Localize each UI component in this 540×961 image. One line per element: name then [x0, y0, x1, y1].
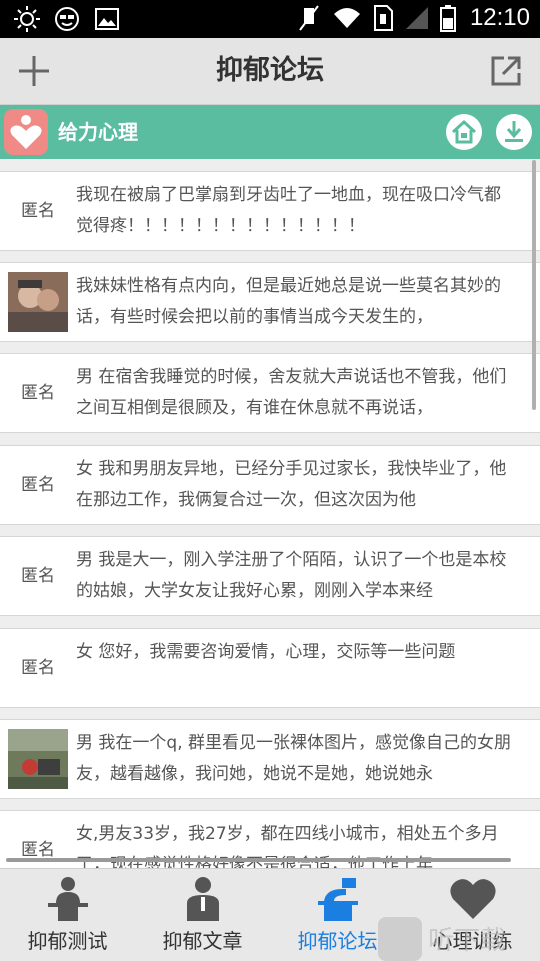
- vertical-scrollbar[interactable]: [532, 160, 536, 410]
- post-text: 我现在被扇了巴掌扇到牙齿吐了一地血，现在吸口冷气都觉得疼！！！！！！！！！！！！…: [76, 185, 501, 236]
- sim-icon: [373, 5, 393, 31]
- speaker-podium-icon: [48, 877, 88, 921]
- app-header: 抑郁论坛: [0, 38, 540, 105]
- share-icon[interactable]: [486, 51, 526, 91]
- app-logo: [4, 109, 48, 155]
- brightness-icon: [14, 6, 40, 32]
- clock: 12:10: [469, 4, 530, 31]
- avatar: [8, 272, 68, 332]
- battery-icon: [439, 5, 456, 32]
- list-item[interactable]: 男 我在一个q, 群里看见一张裸体图片，感觉像自己的女朋友，越看越像，我问她，她…: [0, 719, 540, 799]
- list-item[interactable]: 匿名 我现在被扇了巴掌扇到牙齿吐了一地血，现在吸口冷气都觉得疼！！！！！！！！！…: [0, 171, 540, 251]
- wifi-icon: [333, 8, 360, 28]
- author-anonymous: 匿名: [21, 475, 55, 495]
- list-item[interactable]: 匿名 男 我是大一，刚入学注册了个陌陌，认识了一个也是本校的姑娘，大学女友让我好…: [0, 536, 540, 616]
- author-anonymous: 匿名: [21, 201, 55, 221]
- mute-icon: [299, 5, 319, 31]
- tab-depression-test[interactable]: 抑郁测试: [0, 869, 135, 961]
- horizontal-scrollbar[interactable]: [6, 858, 511, 862]
- heart-person-icon: [10, 115, 42, 149]
- home-icon: [451, 119, 477, 144]
- person-icon: [187, 877, 219, 921]
- app-banner: 给力心理: [0, 105, 540, 159]
- page-title: 抑郁论坛: [216, 55, 324, 86]
- forum-podium-icon: [318, 878, 358, 921]
- download-button[interactable]: [496, 114, 532, 150]
- app-name: 给力心理: [58, 120, 138, 144]
- home-button[interactable]: [446, 114, 482, 150]
- list-item[interactable]: 匿名 男 在宿舍我睡觉的时候，舍友就大声说话也不管我，他们之间互相倒是很顾及，有…: [0, 353, 540, 433]
- heart-icon: [450, 879, 496, 919]
- face-glasses-icon: [55, 7, 79, 31]
- tab-depression-articles[interactable]: 抑郁文章: [135, 869, 270, 961]
- post-text: 男 我在一个q, 群里看见一张裸体图片，感觉像自己的女朋友，越看越像，我问她，她…: [76, 733, 512, 784]
- download-icon: [505, 121, 523, 142]
- status-bar: 12:10: [0, 0, 540, 38]
- avatar: [8, 729, 68, 789]
- post-text: 女 我和男朋友异地，已经分手见过家长，我快毕业了，他在那边工作，我俩复合过一次，…: [76, 459, 507, 510]
- post-text: 我妹妹性格有点内向，但是最近她总是说一些莫名其妙的话，有些时候会把以前的事情当成…: [76, 276, 501, 327]
- post-text: 男 在宿舍我睡觉的时候，舍友就大声说话也不管我，他们之间互相倒是很顾及，有谁在休…: [76, 367, 507, 418]
- list-item[interactable]: 我妹妹性格有点内向，但是最近她总是说一些莫名其妙的话，有些时候会把以前的事情当成…: [0, 262, 540, 342]
- post-list[interactable]: 匿名 我现在被扇了巴掌扇到牙齿吐了一地血，现在吸口冷气都觉得疼！！！！！！！！！…: [0, 159, 540, 868]
- tab-label: 抑郁测试: [27, 929, 108, 953]
- post-text: 男 我是大一，刚入学注册了个陌陌，认识了一个也是本校的姑娘，大学女友让我好心累，…: [76, 550, 507, 601]
- watermark-text: 听下载: [428, 926, 507, 956]
- signal-icon: [405, 7, 428, 29]
- list-item[interactable]: 匿名 女 我和男朋友异地，已经分手见过家长，我快毕业了，他在那边工作，我俩复合过…: [0, 445, 540, 525]
- tab-label: 抑郁文章: [162, 929, 243, 953]
- author-anonymous: 匿名: [21, 566, 55, 586]
- list-item[interactable]: 匿名 女 您好，我需要咨询爱情，心理，交际等一些问题: [0, 628, 540, 708]
- image-icon: [95, 8, 119, 30]
- post-text: 女 您好，我需要咨询爱情，心理，交际等一些问题: [76, 642, 456, 662]
- author-anonymous: 匿名: [21, 383, 55, 403]
- watermark-logo: [378, 917, 422, 961]
- author-anonymous: 匿名: [21, 658, 55, 678]
